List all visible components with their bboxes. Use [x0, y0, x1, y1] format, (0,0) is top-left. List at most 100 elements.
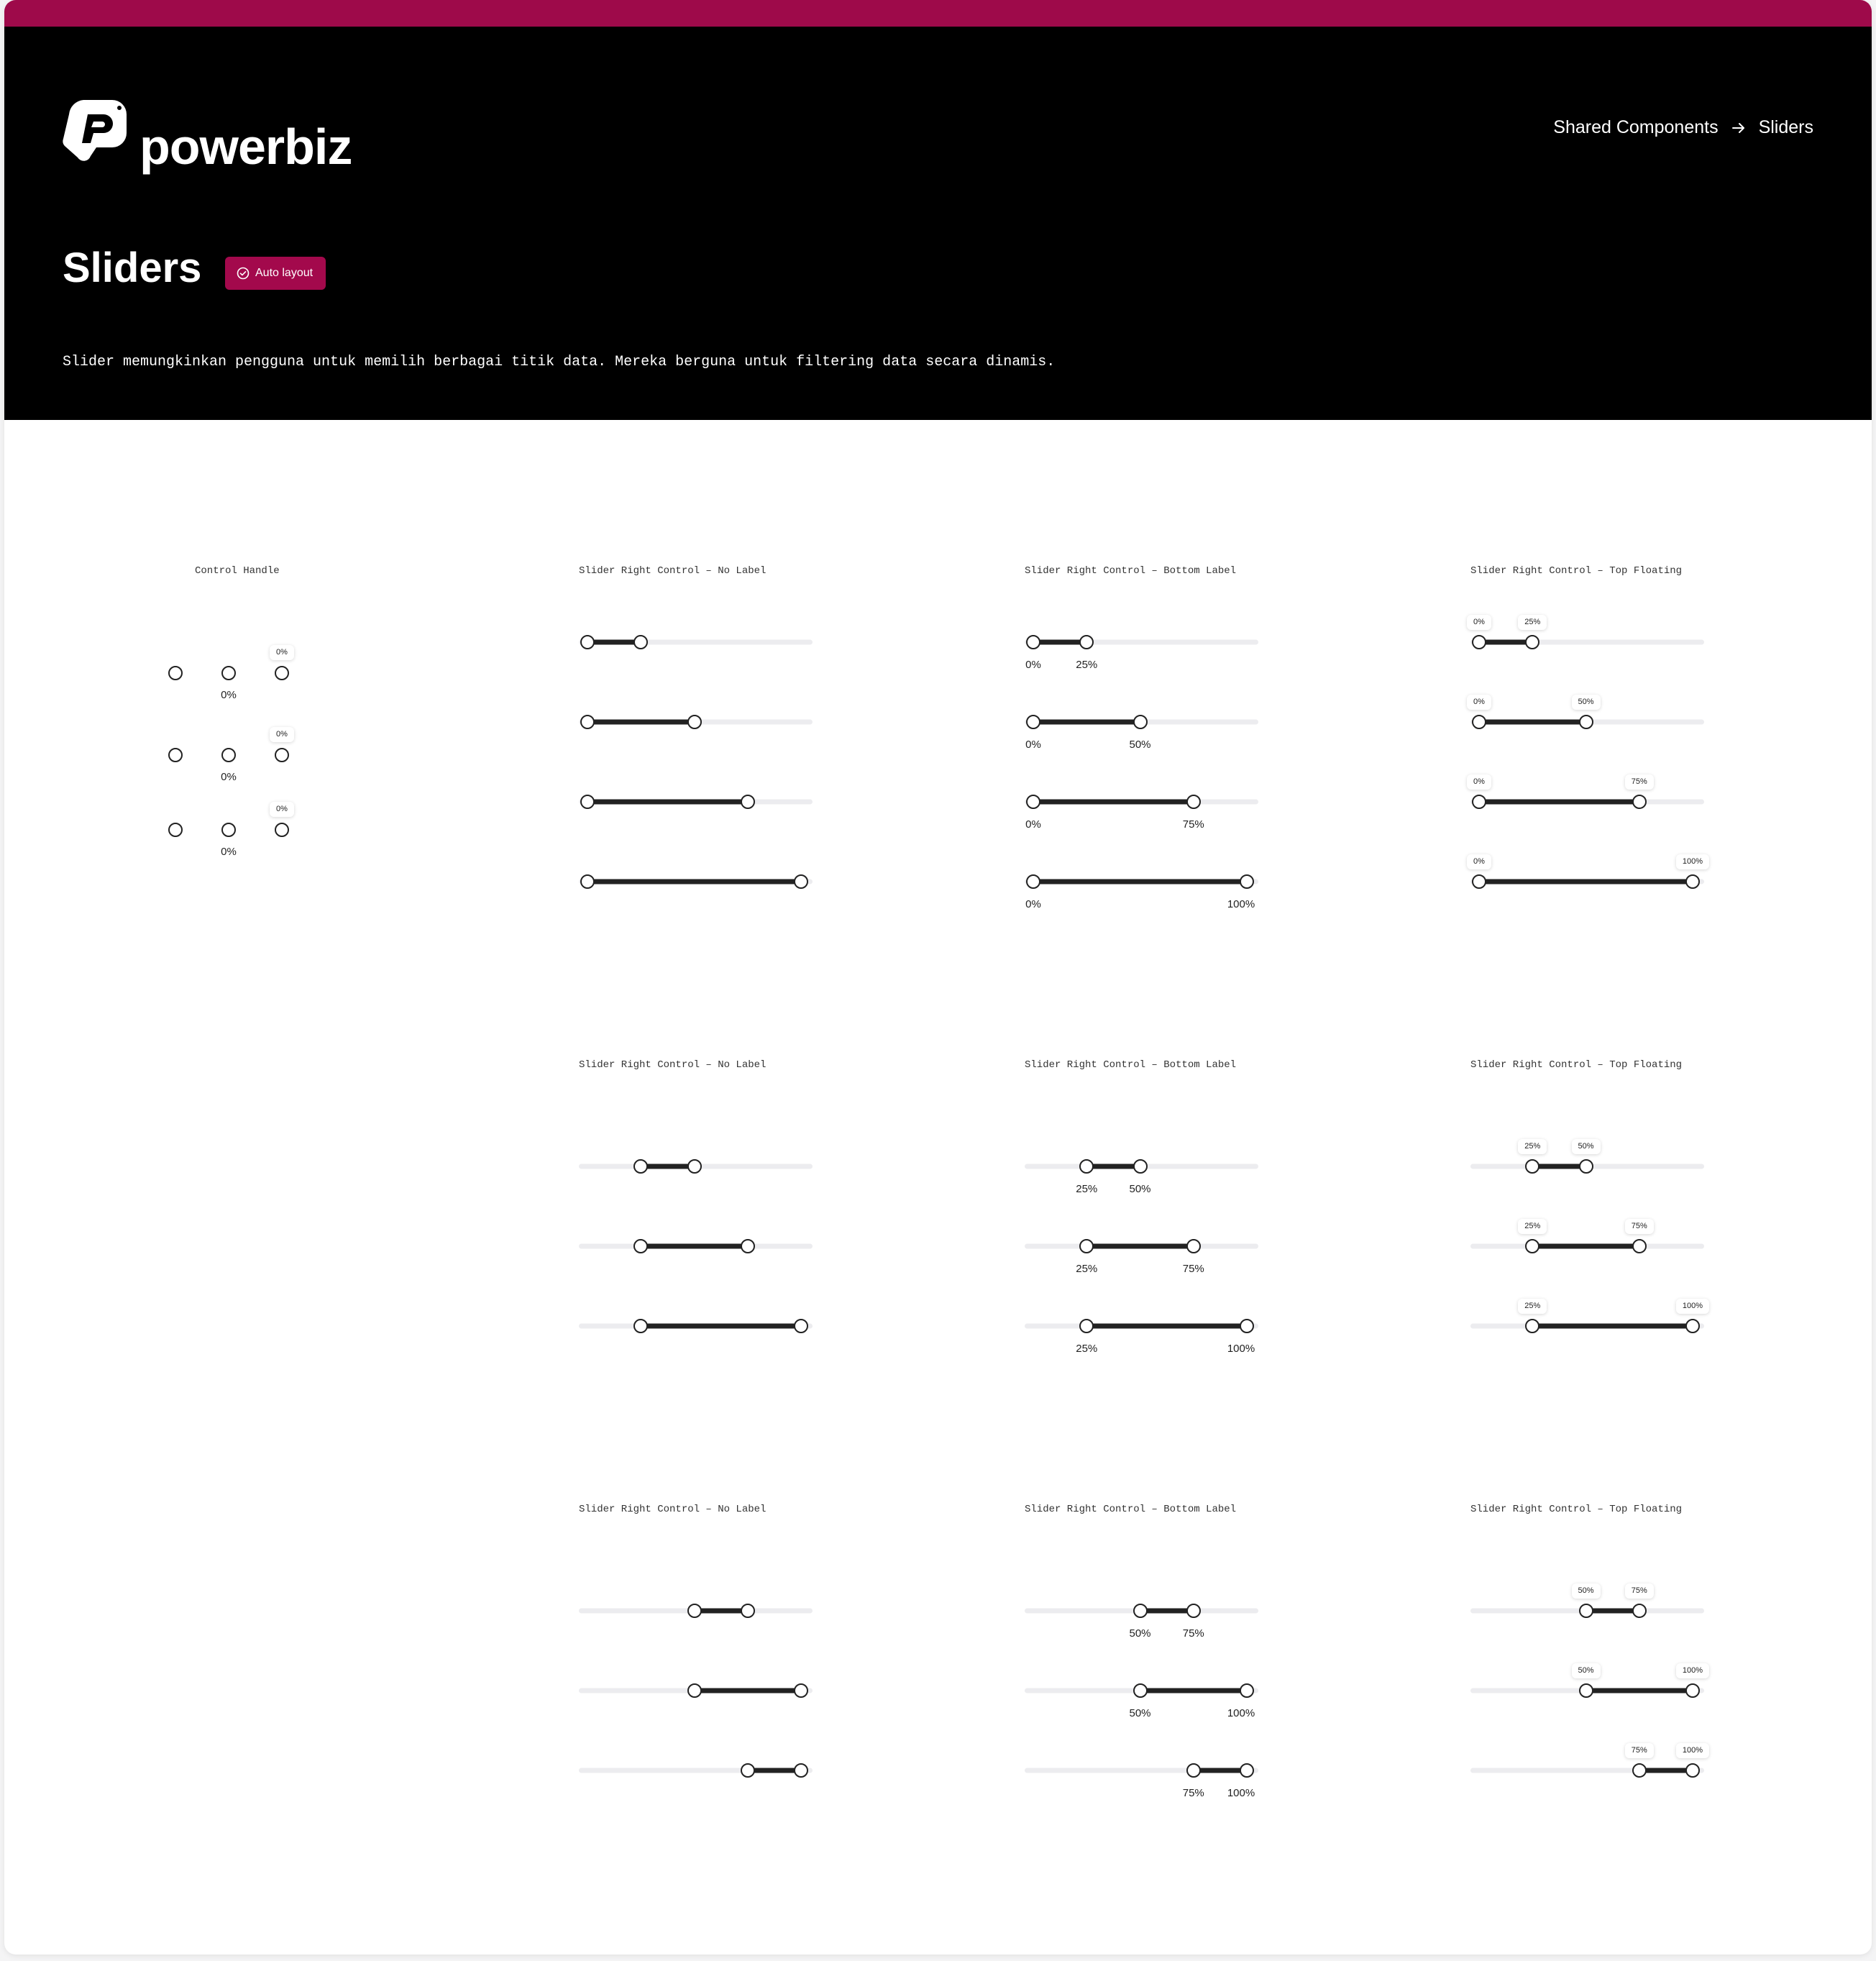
slider-start-handle[interactable]	[687, 1604, 702, 1618]
slider-start-handle[interactable]	[1026, 635, 1040, 649]
slider-range-fill	[1033, 719, 1140, 725]
slider-section-title: Slider Right Control – Top Floating	[1470, 1504, 1683, 1515]
slider-end-handle[interactable]	[1186, 795, 1201, 809]
control-handle[interactable]	[168, 748, 183, 762]
slider-range-fill	[1033, 799, 1194, 805]
page-title: Sliders	[63, 244, 202, 291]
slider-start-handle[interactable]	[1578, 1683, 1593, 1698]
control-handle[interactable]	[275, 666, 289, 680]
arrow-right-icon	[1731, 122, 1744, 133]
slider-start-handle[interactable]	[1026, 715, 1040, 729]
slider-start-handle[interactable]	[1472, 715, 1486, 729]
slider-range-fill	[587, 639, 641, 645]
slider-start-handle[interactable]	[1525, 1159, 1540, 1174]
slider-end-floating-label: 75%	[1624, 1583, 1654, 1599]
control-handle[interactable]	[221, 666, 236, 680]
slider-end-handle[interactable]	[1632, 795, 1647, 809]
slider-end-handle[interactable]	[740, 1604, 755, 1618]
control-handle[interactable]	[275, 823, 289, 837]
slider-end-handle[interactable]	[794, 1763, 808, 1778]
slider-start-handle[interactable]	[1525, 1239, 1540, 1253]
slider-start-handle[interactable]	[633, 1319, 649, 1333]
control-handle[interactable]	[168, 823, 183, 837]
slider-end-handle[interactable]	[1578, 1159, 1593, 1174]
slider-section-title: Slider Right Control – Bottom Label	[1025, 1504, 1237, 1515]
slider-start-handle[interactable]	[1472, 795, 1486, 809]
control-handle[interactable]	[275, 748, 289, 762]
page-card: powerbiz Shared Components Sliders Slide…	[4, 0, 1872, 1955]
slider-start-handle[interactable]	[1525, 1319, 1540, 1333]
slider-end-handle[interactable]	[1079, 635, 1094, 649]
slider-start-handle[interactable]	[1472, 874, 1486, 889]
slider-end-handle[interactable]	[633, 635, 649, 649]
slider-end-value-label: 100%	[1227, 1707, 1255, 1719]
slider-section-title: Slider Right Control – Bottom Label	[1025, 1059, 1237, 1071]
slider-end-handle[interactable]	[1133, 1159, 1148, 1174]
slider-end-handle[interactable]	[1685, 874, 1700, 889]
slider-range-fill	[1479, 799, 1639, 805]
slider-start-handle[interactable]	[1026, 874, 1040, 889]
slider-range-fill	[1086, 1243, 1194, 1249]
slider-end-floating-label: 50%	[1571, 1139, 1601, 1154]
slider-start-handle[interactable]	[1026, 795, 1040, 809]
control-handle[interactable]	[221, 748, 236, 762]
slider-end-handle[interactable]	[1133, 715, 1148, 729]
slider-start-handle[interactable]	[1632, 1763, 1647, 1778]
slider-range-fill	[1639, 1768, 1693, 1773]
slider-start-handle[interactable]	[633, 1239, 649, 1253]
slider-end-handle[interactable]	[687, 715, 702, 729]
slider-start-handle[interactable]	[1578, 1604, 1593, 1618]
slider-end-handle[interactable]	[1685, 1319, 1700, 1333]
slider-start-handle[interactable]	[1186, 1763, 1201, 1778]
slider-range-fill	[641, 1243, 748, 1249]
slider-end-handle[interactable]	[1525, 635, 1540, 649]
slider-start-handle[interactable]	[1079, 1239, 1094, 1253]
slider-start-handle[interactable]	[580, 874, 595, 889]
slider-start-handle[interactable]	[1079, 1319, 1094, 1333]
powerbiz-logo-icon[interactable]	[62, 97, 128, 162]
slider-end-handle[interactable]	[794, 1683, 808, 1698]
slider-start-handle[interactable]	[580, 635, 595, 649]
page-header: powerbiz Shared Components Sliders Slide…	[4, 27, 1872, 420]
slider-end-handle[interactable]	[1240, 1763, 1254, 1778]
slider-start-handle[interactable]	[580, 795, 595, 809]
breadcrumb-parent[interactable]: Shared Components	[1553, 119, 1718, 137]
slider-section-title: Slider Right Control – No Label	[579, 1059, 767, 1071]
slider-section-title: Slider Right Control – Bottom Label	[1025, 565, 1237, 577]
slider-range-fill	[641, 1323, 801, 1329]
slider-end-handle[interactable]	[740, 1239, 755, 1253]
slider-start-handle[interactable]	[1133, 1683, 1148, 1698]
slider-end-handle[interactable]	[794, 1319, 808, 1333]
control-handle[interactable]	[168, 666, 183, 680]
handle-bottom-label: 0%	[221, 771, 237, 783]
slider-end-handle[interactable]	[1186, 1239, 1201, 1253]
slider-start-handle[interactable]	[1079, 1159, 1094, 1174]
slider-section-title: Slider Right Control – Top Floating	[1470, 565, 1683, 577]
slider-start-handle[interactable]	[740, 1763, 755, 1778]
slider-start-handle[interactable]	[1133, 1604, 1148, 1618]
slider-end-handle[interactable]	[1632, 1604, 1647, 1618]
slider-range-fill	[1532, 1243, 1639, 1249]
slider-end-handle[interactable]	[687, 1159, 702, 1174]
control-handle[interactable]	[221, 823, 236, 837]
slider-start-value-label: 0%	[1025, 818, 1041, 831]
handle-floating-label: 0%	[270, 727, 294, 742]
slider-start-floating-label: 75%	[1624, 1743, 1654, 1758]
slider-start-handle[interactable]	[580, 715, 595, 729]
slider-range-fill	[1033, 639, 1087, 645]
slider-end-handle[interactable]	[740, 795, 755, 809]
slider-end-handle[interactable]	[1685, 1763, 1700, 1778]
slider-end-handle[interactable]	[1578, 715, 1593, 729]
slider-end-handle[interactable]	[1632, 1239, 1647, 1253]
slider-end-handle[interactable]	[1186, 1604, 1201, 1618]
slider-end-value-label: 100%	[1227, 898, 1255, 910]
slider-end-handle[interactable]	[1240, 1319, 1254, 1333]
slider-end-handle[interactable]	[1240, 1683, 1254, 1698]
slider-start-handle[interactable]	[687, 1683, 702, 1698]
slider-start-handle[interactable]	[633, 1159, 649, 1174]
slider-start-handle[interactable]	[1472, 635, 1486, 649]
slider-end-handle[interactable]	[1685, 1683, 1700, 1698]
slider-end-handle[interactable]	[794, 874, 808, 889]
slider-range-fill	[1586, 1608, 1639, 1614]
slider-end-handle[interactable]	[1240, 874, 1254, 889]
